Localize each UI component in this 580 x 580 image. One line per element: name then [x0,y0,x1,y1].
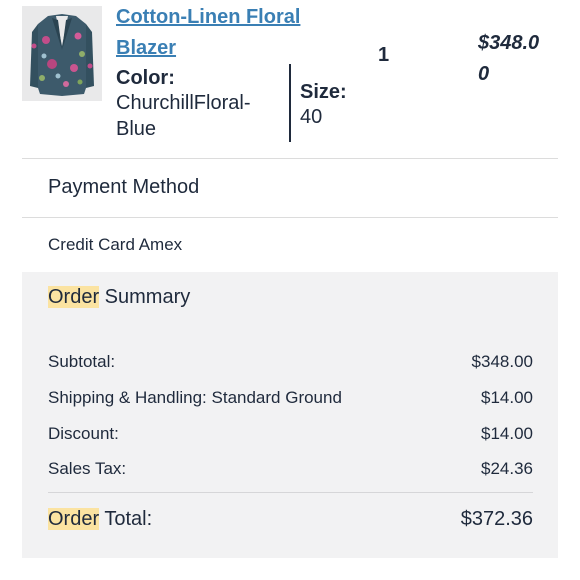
summary-label: Shipping & Handling: Standard Ground [48,388,342,407]
summary-value: $14.00 [481,424,533,443]
summary-label: Sales Tax: [48,459,127,478]
summary-divider [48,492,533,493]
divider [22,217,558,218]
summary-row-sales-tax: Sales Tax: $24.36 [48,459,533,483]
summary-value: $14.00 [481,388,533,407]
order-summary-panel: Order Summary Subtotal: $348.00 Shipping… [22,272,558,558]
summary-value: $24.36 [481,459,533,478]
payment-method-title: Payment Method [48,176,200,198]
product-line-item: Cotton-Linen Floral Blazer Color: Church… [0,0,580,158]
quantity: 1 [378,44,390,66]
order-total-value: $372.36 [460,508,533,530]
summary-row-discount: Discount: $14.00 [48,424,533,448]
summary-title-text: Summary [99,286,191,308]
order-total-label-text: Total: [99,508,153,530]
size-attribute: Size: 40 [300,80,460,130]
order-total-row: Order Total: $372.36 [48,508,533,536]
summary-value: $348.00 [471,352,533,371]
search-highlight: Order [48,508,100,530]
summary-row-subtotal: Subtotal: $348.00 [48,352,533,376]
item-price: $348.00 [478,32,540,85]
payment-method-value: Credit Card Amex [48,235,183,254]
product-thumbnail[interactable] [22,6,102,101]
divider [22,158,558,159]
color-label: Color: [116,67,175,89]
order-summary-title: Order Summary [48,286,190,309]
order-total-label: Order Total: [48,508,152,531]
color-attribute: Color: ChurchillFloral-Blue [116,66,276,142]
summary-label: Subtotal: [48,352,116,371]
size-label: Size: [300,81,347,103]
product-name-link[interactable]: Cotton-Linen Floral Blazer [116,2,336,64]
blazer-image [22,6,102,101]
summary-row-shipping: Shipping & Handling: Standard Ground $14… [48,388,533,412]
size-value: 40 [300,106,323,128]
color-value: ChurchillFloral-Blue [116,92,251,140]
summary-label: Discount: [48,424,119,443]
attribute-divider [289,64,291,142]
search-highlight: Order [48,286,100,308]
